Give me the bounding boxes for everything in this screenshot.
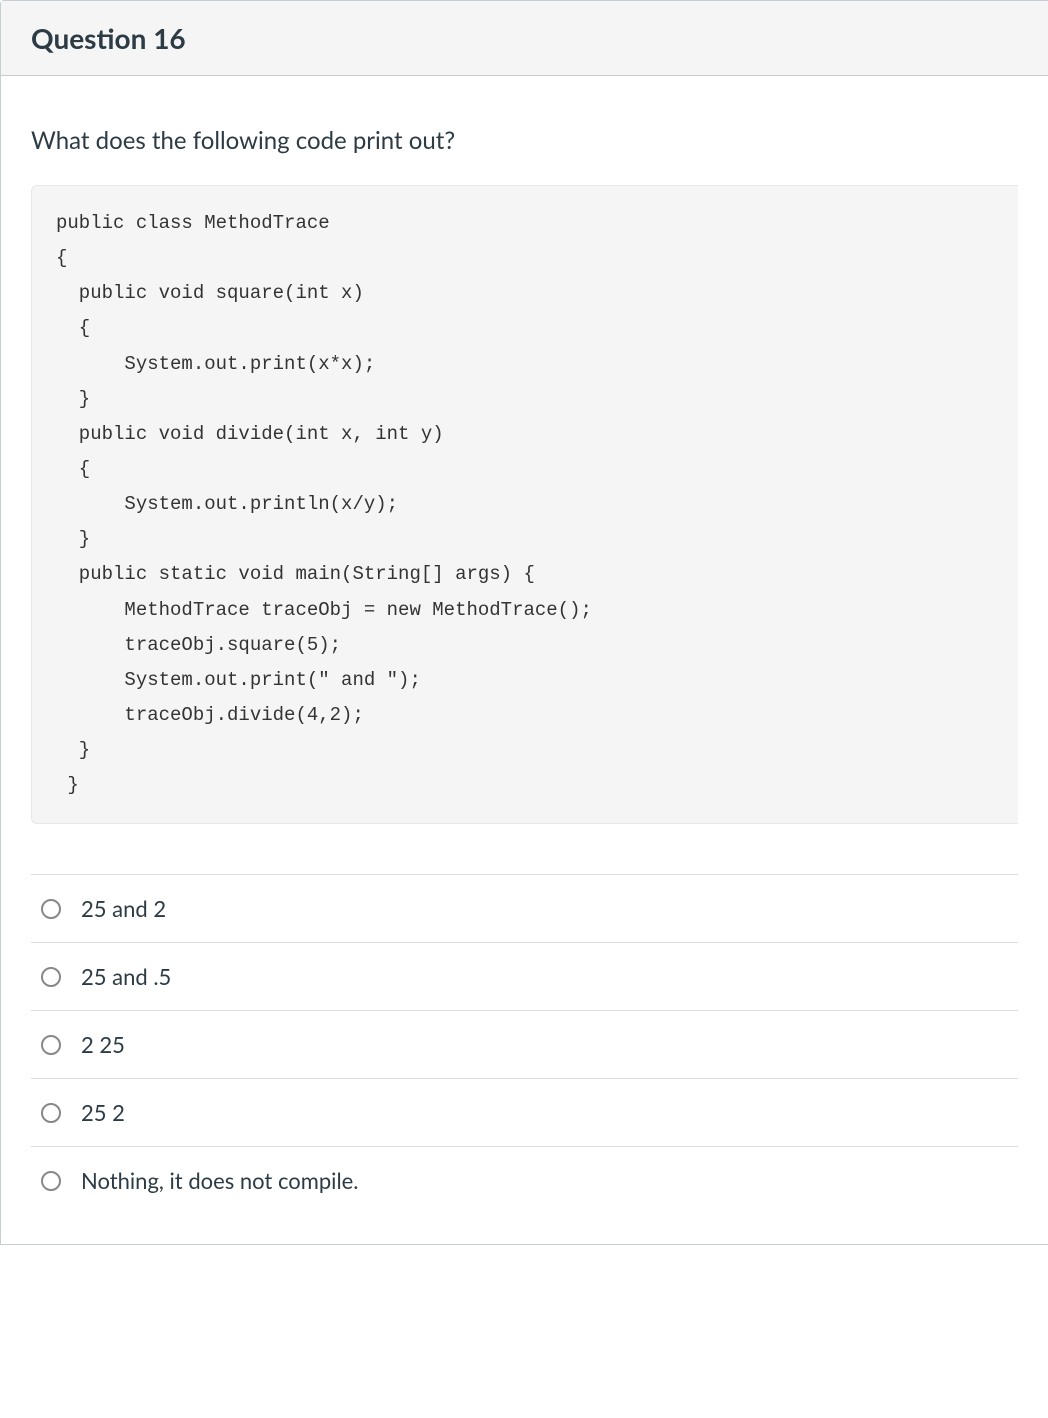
question-card: Question 16 What does the following code… — [0, 0, 1048, 1245]
radio-icon[interactable] — [41, 1103, 61, 1123]
code-block: public class MethodTrace { public void s… — [31, 185, 1018, 824]
question-prompt: What does the following code print out? — [31, 126, 1018, 155]
answer-label: 25 2 — [81, 1099, 125, 1126]
question-title: Question 16 — [31, 21, 1018, 55]
answer-label: 2 25 — [81, 1031, 125, 1058]
radio-icon[interactable] — [41, 967, 61, 987]
radio-icon[interactable] — [41, 1171, 61, 1191]
answer-label: 25 and .5 — [81, 963, 171, 990]
radio-icon[interactable] — [41, 1035, 61, 1055]
radio-icon[interactable] — [41, 899, 61, 919]
answer-option[interactable]: 2 25 — [31, 1011, 1018, 1079]
answer-option[interactable]: Nothing, it does not compile. — [31, 1147, 1018, 1214]
answers-list: 25 and 2 25 and .5 2 25 25 2 Nothing, it… — [31, 874, 1018, 1214]
answer-option[interactable]: 25 and .5 — [31, 943, 1018, 1011]
answer-option[interactable]: 25 and 2 — [31, 875, 1018, 943]
question-body: What does the following code print out? … — [1, 76, 1048, 1244]
answer-label: Nothing, it does not compile. — [81, 1167, 358, 1194]
answer-label: 25 and 2 — [81, 895, 166, 922]
answer-option[interactable]: 25 2 — [31, 1079, 1018, 1147]
question-header: Question 16 — [1, 1, 1048, 76]
